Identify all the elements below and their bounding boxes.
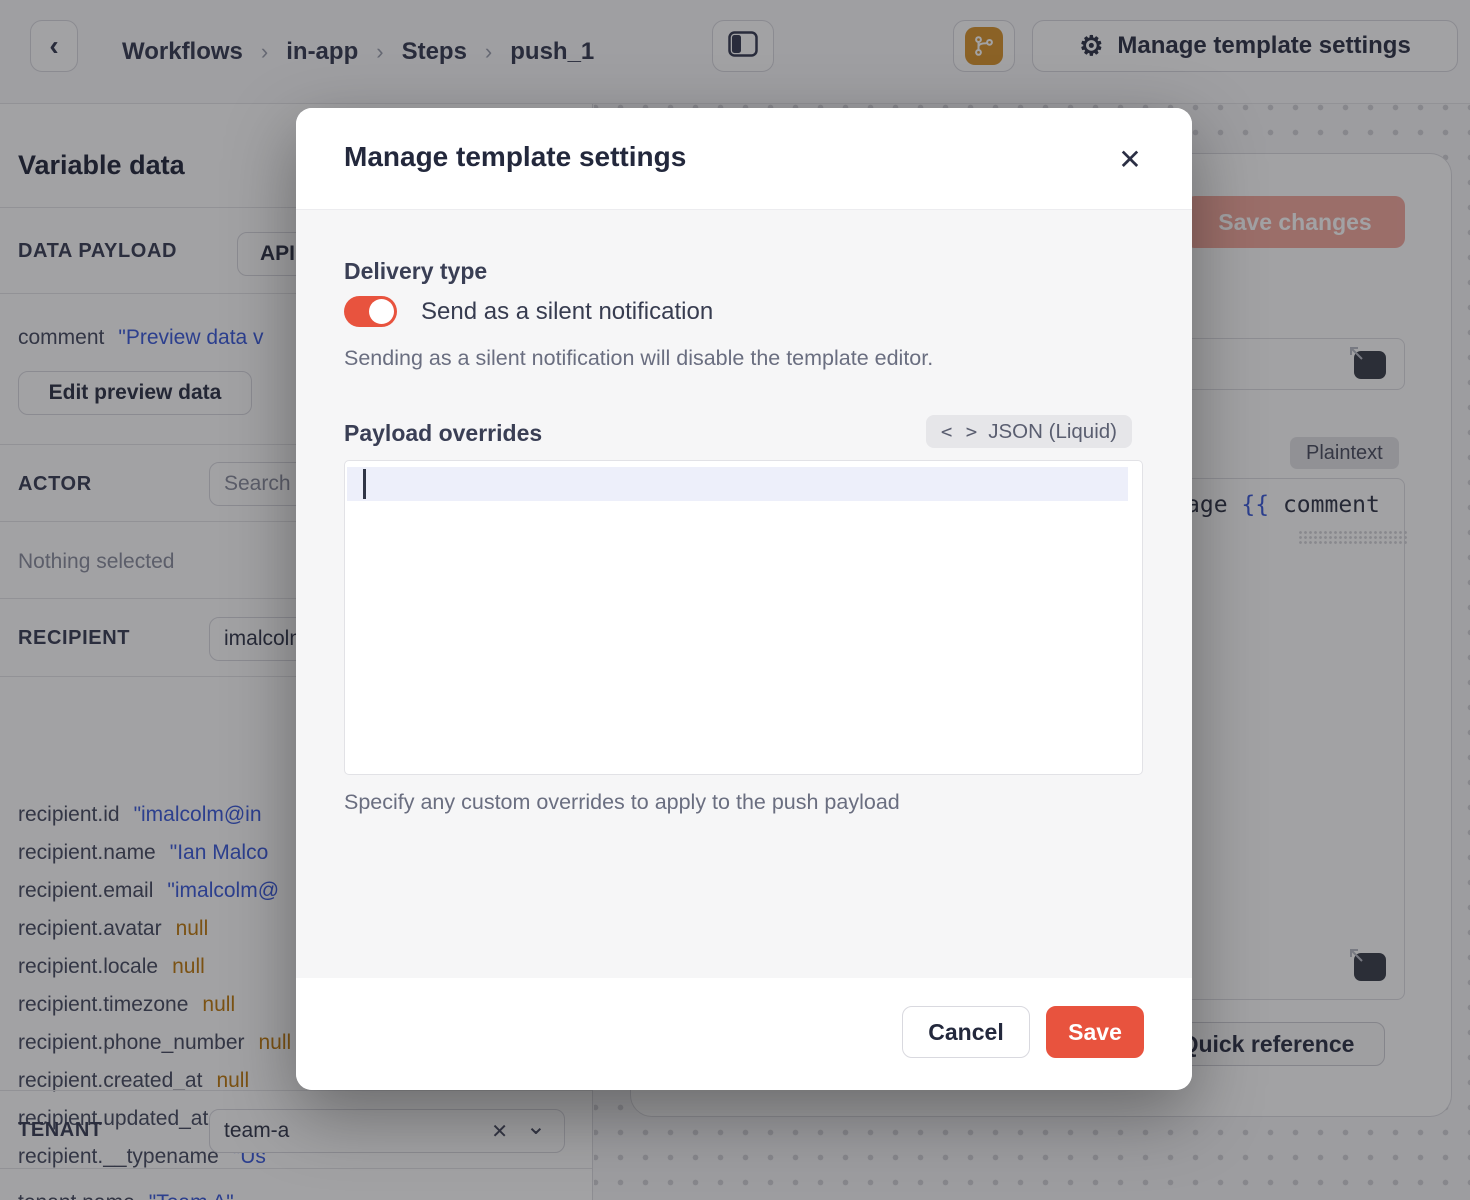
modal-title: Manage template settings: [344, 141, 686, 173]
payload-helper-text: Specify any custom overrides to apply to…: [344, 790, 900, 815]
silent-notification-row: Send as a silent notification: [344, 296, 713, 327]
save-button[interactable]: Save: [1046, 1006, 1144, 1058]
cancel-label: Cancel: [928, 1019, 1003, 1046]
cancel-button[interactable]: Cancel: [902, 1006, 1030, 1058]
editor-active-line: [347, 467, 1128, 501]
modal-header: Manage template settings ✕: [296, 108, 1192, 210]
close-icon: ✕: [1118, 143, 1141, 176]
format-badge-label: JSON (Liquid): [988, 420, 1117, 444]
payload-overrides-heading: Payload overrides: [344, 420, 542, 447]
manage-template-settings-modal: Manage template settings ✕ Delivery type…: [296, 108, 1192, 1090]
code-icon: < >: [941, 421, 978, 443]
save-label: Save: [1068, 1019, 1122, 1046]
delivery-helper-text: Sending as a silent notification will di…: [344, 346, 933, 371]
delivery-type-heading: Delivery type: [344, 258, 487, 285]
silent-notification-label: Send as a silent notification: [421, 298, 713, 326]
payload-overrides-editor[interactable]: [344, 460, 1143, 775]
toggle-knob: [369, 299, 394, 324]
silent-notification-toggle[interactable]: [344, 296, 397, 327]
modal-footer: Cancel Save: [296, 978, 1192, 1090]
close-button[interactable]: ✕: [1110, 139, 1150, 179]
editor-caret: [363, 469, 366, 499]
format-badge: < > JSON (Liquid): [926, 415, 1132, 448]
